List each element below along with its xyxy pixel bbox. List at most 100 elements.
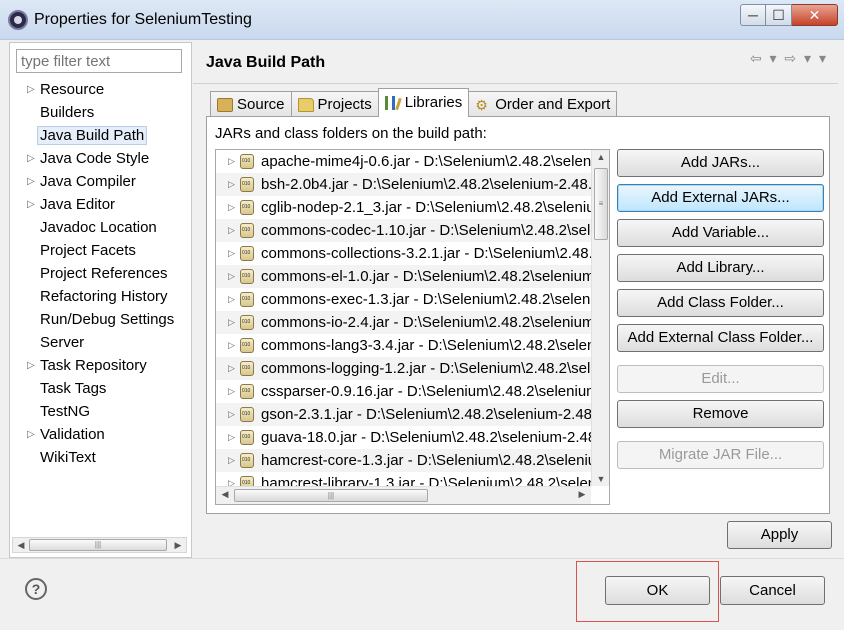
minimize-button[interactable]: ─ <box>740 4 766 26</box>
left-horizontal-scrollbar[interactable]: ◀ ||| ▶ <box>12 537 187 553</box>
expand-arrow-icon[interactable]: ▷ <box>27 78 35 101</box>
jar-entry[interactable]: ▷ bsh-2.0b4.jar - D:\Selenium\2.48.2\sele… <box>216 173 591 196</box>
scroll-thumb[interactable]: ||| <box>234 489 428 502</box>
jar-entry[interactable]: ▷ hamcrest-library-1.3.jar - D:\Selenium\… <box>216 472 591 486</box>
tree-item[interactable]: Java Build Path <box>10 124 191 147</box>
tree-item-label: Refactoring History <box>40 288 168 305</box>
jar-file-icon <box>240 453 254 468</box>
jar-file-icon <box>240 292 254 307</box>
tree-item-label: Run/Debug Settings <box>40 311 175 328</box>
title-bar: Properties for SeleniumTesting ─ ☐ ✕ <box>0 0 844 40</box>
tree-item[interactable]: Run/Debug Settings <box>10 308 191 331</box>
expand-arrow-icon[interactable]: ▷ <box>27 423 35 446</box>
tab-libraries[interactable]: Libraries <box>377 88 470 117</box>
jar-file-icon <box>240 177 254 192</box>
add-class-folder-button[interactable]: Add Class Folder... <box>617 289 824 317</box>
tree-item[interactable]: ▷ Java Editor <box>10 193 191 216</box>
jar-entry[interactable]: ▷ hamcrest-core-1.3.jar - D:\Selenium\2.4… <box>216 449 591 472</box>
expand-arrow-icon[interactable]: ▷ <box>228 472 235 486</box>
cancel-button[interactable]: Cancel <box>720 576 825 605</box>
jar-entry[interactable]: ▷ apache-mime4j-0.6.jar - D:\Selenium\2.4… <box>216 150 591 173</box>
expand-arrow-icon[interactable]: ▷ <box>27 193 35 216</box>
tree-item[interactable]: ▷ Validation <box>10 423 191 446</box>
tree-item[interactable]: ▷ Resource <box>10 78 191 101</box>
tree-item[interactable]: ▷ Task Repository <box>10 354 191 377</box>
tree-item[interactable]: Javadoc Location <box>10 216 191 239</box>
scroll-left-icon[interactable]: ◀ <box>218 489 232 500</box>
expand-arrow-icon[interactable]: ▷ <box>228 449 235 472</box>
jar-entry[interactable]: ▷ commons-codec-1.10.jar - D:\Selenium\2.… <box>216 219 591 242</box>
jar-entry[interactable]: ▷ gson-2.3.1.jar - D:\Selenium\2.48.2\sel… <box>216 403 591 426</box>
expand-arrow-icon[interactable]: ▷ <box>228 265 235 288</box>
expand-arrow-icon[interactable]: ▷ <box>228 426 235 449</box>
filter-input[interactable] <box>16 49 182 73</box>
expand-arrow-icon[interactable]: ▷ <box>228 357 235 380</box>
jar-file-icon <box>240 200 254 215</box>
tab-label: Libraries <box>404 94 463 111</box>
jar-entry[interactable]: ▷ commons-logging-1.2.jar - D:\Selenium\2… <box>216 357 591 380</box>
add-jars-button[interactable]: Add JARs... <box>617 149 824 177</box>
expand-arrow-icon[interactable]: ▷ <box>228 288 235 311</box>
expand-arrow-icon[interactable]: ▷ <box>228 219 235 242</box>
tree-item[interactable]: Project Facets <box>10 239 191 262</box>
jar-entry[interactable]: ▷ commons-collections-3.2.1.jar - D:\Sele… <box>216 242 591 265</box>
add-external-class-folder-button[interactable]: Add External Class Folder... <box>617 324 824 352</box>
maximize-button[interactable]: ☐ <box>766 4 792 26</box>
add-library-button[interactable]: Add Library... <box>617 254 824 282</box>
jar-entry[interactable]: ▷ guava-18.0.jar - D:\Selenium\2.48.2\sel… <box>216 426 591 449</box>
scroll-thumb[interactable]: ≡ <box>594 168 608 240</box>
scroll-right-icon[interactable]: ▶ <box>575 489 589 500</box>
jar-entry[interactable]: ▷ commons-exec-1.3.jar - D:\Selenium\2.48… <box>216 288 591 311</box>
tab-projects[interactable]: Projects <box>290 91 379 117</box>
jar-label: cssparser-0.9.16.jar - D:\Selenium\2.48.… <box>261 383 591 400</box>
tree-item[interactable]: WikiText <box>10 446 191 469</box>
expand-arrow-icon[interactable]: ▷ <box>228 380 235 403</box>
help-icon[interactable]: ? <box>25 578 47 600</box>
horizontal-scrollbar[interactable]: ◀ ||| ▶ <box>216 486 591 504</box>
scroll-right-icon[interactable]: ▶ <box>171 538 185 552</box>
history-nav-icon[interactable]: ⇦ ▾ ⇨ ▾ ▾ <box>750 50 828 67</box>
apply-button[interactable]: Apply <box>727 521 832 549</box>
add-variable-button[interactable]: Add Variable... <box>617 219 824 247</box>
expand-arrow-icon[interactable]: ▷ <box>228 403 235 426</box>
jar-entry[interactable]: ▷ cssparser-0.9.16.jar - D:\Selenium\2.48… <box>216 380 591 403</box>
jar-entry[interactable]: ▷ commons-io-2.4.jar - D:\Selenium\2.48.2… <box>216 311 591 334</box>
tree-item[interactable]: Task Tags <box>10 377 191 400</box>
jar-entry[interactable]: ▷ cglib-nodep-2.1_3.jar - D:\Selenium\2.4… <box>216 196 591 219</box>
add-external-jars-button[interactable]: Add External JARs... <box>617 184 824 212</box>
tree-item[interactable]: Project References <box>10 262 191 285</box>
tree-item[interactable]: Builders <box>10 101 191 124</box>
tab-source[interactable]: Source <box>210 91 292 117</box>
jar-entry[interactable]: ▷ commons-el-1.0.jar - D:\Selenium\2.48.2… <box>216 265 591 288</box>
expand-arrow-icon[interactable]: ▷ <box>228 173 235 196</box>
expand-arrow-icon[interactable]: ▷ <box>228 311 235 334</box>
scroll-left-icon[interactable]: ◀ <box>14 538 28 552</box>
tree-item-label: Resource <box>40 81 105 98</box>
expand-arrow-icon[interactable]: ▷ <box>228 196 235 219</box>
expand-arrow-icon[interactable]: ▷ <box>27 170 35 193</box>
close-button[interactable]: ✕ <box>792 4 838 26</box>
tab-order-and-export[interactable]: ⚙ Order and Export <box>468 91 618 117</box>
jar-list[interactable]: ▷ apache-mime4j-0.6.jar - D:\Selenium\2.4… <box>215 149 610 505</box>
order-export-icon: ⚙ <box>475 96 488 113</box>
expand-arrow-icon[interactable]: ▷ <box>228 150 235 173</box>
expand-arrow-icon[interactable]: ▷ <box>228 242 235 265</box>
expand-arrow-icon[interactable]: ▷ <box>228 334 235 357</box>
expand-arrow-icon[interactable]: ▷ <box>27 147 35 170</box>
expand-arrow-icon[interactable]: ▷ <box>27 354 35 377</box>
tree-item[interactable]: Server <box>10 331 191 354</box>
scroll-thumb[interactable]: ||| <box>29 539 167 551</box>
scroll-down-icon[interactable]: ▼ <box>592 474 609 484</box>
tree-item[interactable]: ▷ Java Code Style <box>10 147 191 170</box>
tree-item[interactable]: TestNG <box>10 400 191 423</box>
jar-label: guava-18.0.jar - D:\Selenium\2.48.2\sele… <box>261 429 591 446</box>
tree-item[interactable]: Refactoring History <box>10 285 191 308</box>
scroll-up-icon[interactable]: ▲ <box>592 152 609 162</box>
remove-button[interactable]: Remove <box>617 400 824 428</box>
edit-button: Edit... <box>617 365 824 393</box>
ok-button[interactable]: OK <box>605 576 710 605</box>
tree-item[interactable]: ▷ Java Compiler <box>10 170 191 193</box>
jar-entry[interactable]: ▷ commons-lang3-3.4.jar - D:\Selenium\2.4… <box>216 334 591 357</box>
jar-label: hamcrest-library-1.3.jar - D:\Selenium\2… <box>261 475 591 486</box>
vertical-scrollbar[interactable]: ▲ ≡ ▼ <box>591 150 609 486</box>
